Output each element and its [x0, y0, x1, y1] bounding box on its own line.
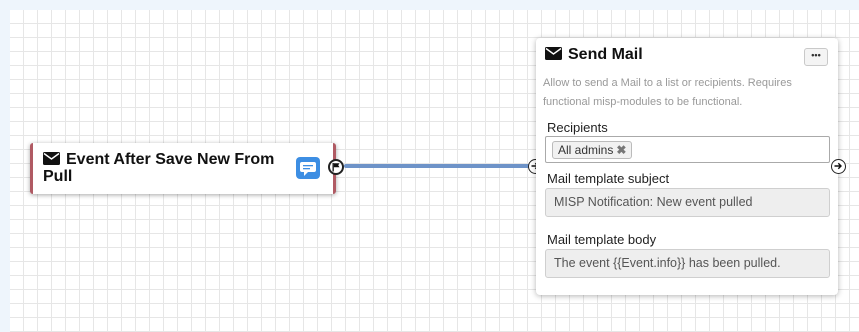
- comments-icon[interactable]: [296, 157, 320, 179]
- envelope-icon: [43, 152, 60, 165]
- action-node[interactable]: Send Mail ••• Allow to send a Mail to a …: [536, 38, 838, 295]
- arrow-right-icon: [834, 162, 842, 170]
- body-label: Mail template body: [547, 232, 657, 247]
- recipient-chip[interactable]: All admins ✖: [552, 141, 633, 159]
- recipients-label: Recipients: [547, 120, 608, 135]
- action-title-text: Send Mail: [568, 46, 643, 63]
- subject-label: Mail template subject: [547, 171, 670, 186]
- action-description: Allow to send a Mail to a list or recipi…: [543, 77, 792, 108]
- node-menu-button[interactable]: •••: [804, 48, 828, 66]
- remove-chip-icon[interactable]: ✖: [616, 143, 626, 157]
- trigger-title-text: Event After Save New From Pull: [43, 151, 275, 185]
- action-output-port[interactable]: [831, 159, 846, 174]
- trigger-output-port[interactable]: [328, 159, 344, 175]
- subject-field[interactable]: MISP Notification: New event pulled: [545, 188, 830, 217]
- envelope-icon: [545, 47, 562, 60]
- action-node-title: Send Mail: [545, 46, 643, 64]
- trigger-node-title: Event After Save New From Pull: [43, 151, 293, 185]
- connection-line[interactable]: [344, 164, 530, 168]
- flag-icon: [332, 163, 340, 172]
- trigger-node[interactable]: Event After Save New From Pull: [30, 143, 336, 194]
- recipient-chip-label: All admins: [558, 143, 614, 157]
- recipients-select[interactable]: All admins ✖: [545, 136, 830, 163]
- body-field[interactable]: The event {{Event.info}} has been pulled…: [545, 249, 830, 278]
